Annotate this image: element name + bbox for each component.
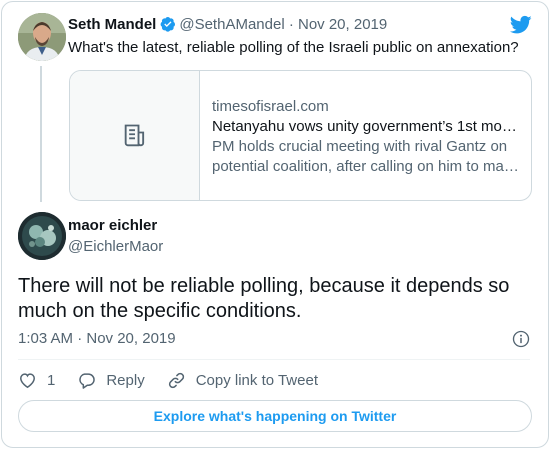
verified-badge-icon [160, 17, 176, 32]
link-description-line2: potential coalition, after calling on hi… [212, 158, 519, 175]
parent-avatar[interactable] [18, 13, 66, 61]
link-preview-thumbnail [70, 71, 200, 200]
link-title: Netanyahu vows unity government’s 1st mo… [212, 118, 517, 135]
parent-author-handle[interactable]: @SethAMandel [179, 16, 284, 33]
divider [18, 359, 530, 360]
reply-icon [79, 372, 96, 389]
info-icon[interactable] [512, 330, 530, 348]
tweet-actions: 1 Reply Copy link to Tweet [18, 369, 340, 391]
copy-link-label: Copy link to Tweet [195, 371, 318, 389]
parent-header: Seth Mandel @SethAMandel · Nov 20, 2019 [68, 16, 387, 33]
reply-label: Reply [106, 371, 145, 389]
parent-author-name[interactable]: Seth Mandel [68, 16, 156, 33]
link-domain: timesofisrael.com [212, 98, 329, 115]
tweet-timestamp[interactable]: 1:03 AM · Nov 20, 2019 [18, 330, 176, 347]
thread-line [40, 66, 42, 202]
main-tweet-text: There will not be reliable polling, beca… [18, 275, 510, 322]
like-button[interactable]: 1 [18, 371, 55, 390]
parent-tweet-text: What's the latest, reliable polling of t… [68, 39, 519, 56]
link-preview-card[interactable]: timesofisrael.com Netanyahu vows unity g… [69, 70, 532, 201]
main-author-handle[interactable]: @EichlerMaor [68, 238, 163, 255]
heart-icon [20, 372, 35, 388]
document-icon [124, 124, 144, 146]
meta-separator: · [288, 16, 294, 33]
main-author-name[interactable]: maor eichler [68, 217, 157, 234]
link-icon [168, 372, 184, 388]
main-avatar[interactable] [18, 212, 66, 260]
link-description-line1: PM holds crucial meeting with rival Gant… [212, 138, 508, 155]
parent-date[interactable]: Nov 20, 2019 [298, 16, 387, 33]
explore-twitter-button[interactable]: Explore what's happening on Twitter [18, 400, 532, 432]
like-count: 1 [47, 371, 56, 389]
link-preview-body: timesofisrael.com Netanyahu vows unity g… [212, 97, 522, 177]
copy-link-button[interactable]: Copy link to Tweet [167, 371, 318, 390]
reply-button[interactable]: Reply [77, 371, 145, 390]
twitter-bird-icon[interactable] [510, 15, 532, 35]
